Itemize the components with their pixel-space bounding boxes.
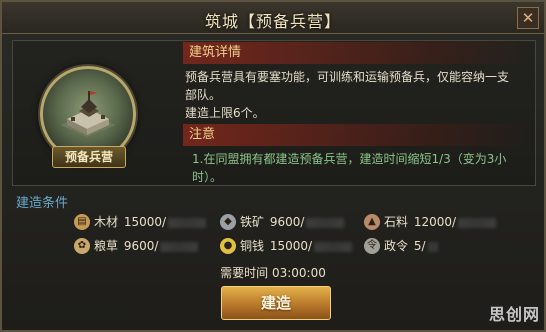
- notes-line-1: 1.在同盟拥有都建造预备兵营，建造时间缩短1/3（变为3小: [192, 152, 507, 166]
- conditions-title: 建造条件: [16, 196, 69, 211]
- dialog-title: 筑城【预备兵营】: [204, 12, 341, 31]
- order-icon: 令: [364, 237, 380, 254]
- resource-wood: ▤ 木材 15000/: [74, 212, 207, 232]
- grain-icon: ✿: [74, 237, 90, 254]
- resource-order: 令政令 5/: [364, 236, 438, 256]
- resource-stone: ▲ 石料 12000/: [364, 212, 497, 232]
- redacted-value: [314, 241, 353, 252]
- build-button[interactable]: 建造: [221, 286, 331, 320]
- details-line-1: 预备兵营具有要塞功能，可训练和运输预备兵，仅能容纳一支: [185, 70, 510, 84]
- resource-grain: ✿ 粮草 9600/: [74, 236, 199, 256]
- watermark: 思创网: [488, 305, 540, 324]
- redacted-value: [427, 241, 438, 252]
- redacted-value: [306, 217, 345, 228]
- stone-icon: ▲: [364, 213, 380, 230]
- details-heading: 建筑详情: [183, 42, 533, 64]
- details-line-2: 部队。: [185, 88, 222, 102]
- resource-iron: ◆ 铁矿 9600/: [220, 212, 345, 232]
- wood-icon: ▤: [74, 213, 90, 230]
- coin-icon: ●: [220, 237, 236, 254]
- build-dialog: 筑城【预备兵营】 ✕ 预备兵营 建筑详情 预备兵营具有要塞功能，可训练和运输预备…: [0, 0, 546, 332]
- redacted-value: [160, 241, 199, 252]
- close-button[interactable]: ✕: [517, 7, 539, 29]
- redacted-value: [168, 217, 207, 228]
- redacted-value: [458, 217, 497, 228]
- iron-icon: ◆: [220, 213, 236, 230]
- notes-line-2: 时）。: [192, 170, 223, 184]
- required-time: 需要时间 03:00:00: [220, 266, 326, 280]
- title-bar: 筑城【预备兵营】 ✕: [2, 2, 544, 34]
- barracks-icon: [61, 91, 115, 137]
- details-line-3: 建造上限6个。: [185, 106, 265, 120]
- resource-coin: ● 铜钱 15000/: [220, 236, 353, 256]
- building-name-label: 预备兵营: [52, 146, 126, 168]
- notes-heading: 注意: [183, 124, 533, 146]
